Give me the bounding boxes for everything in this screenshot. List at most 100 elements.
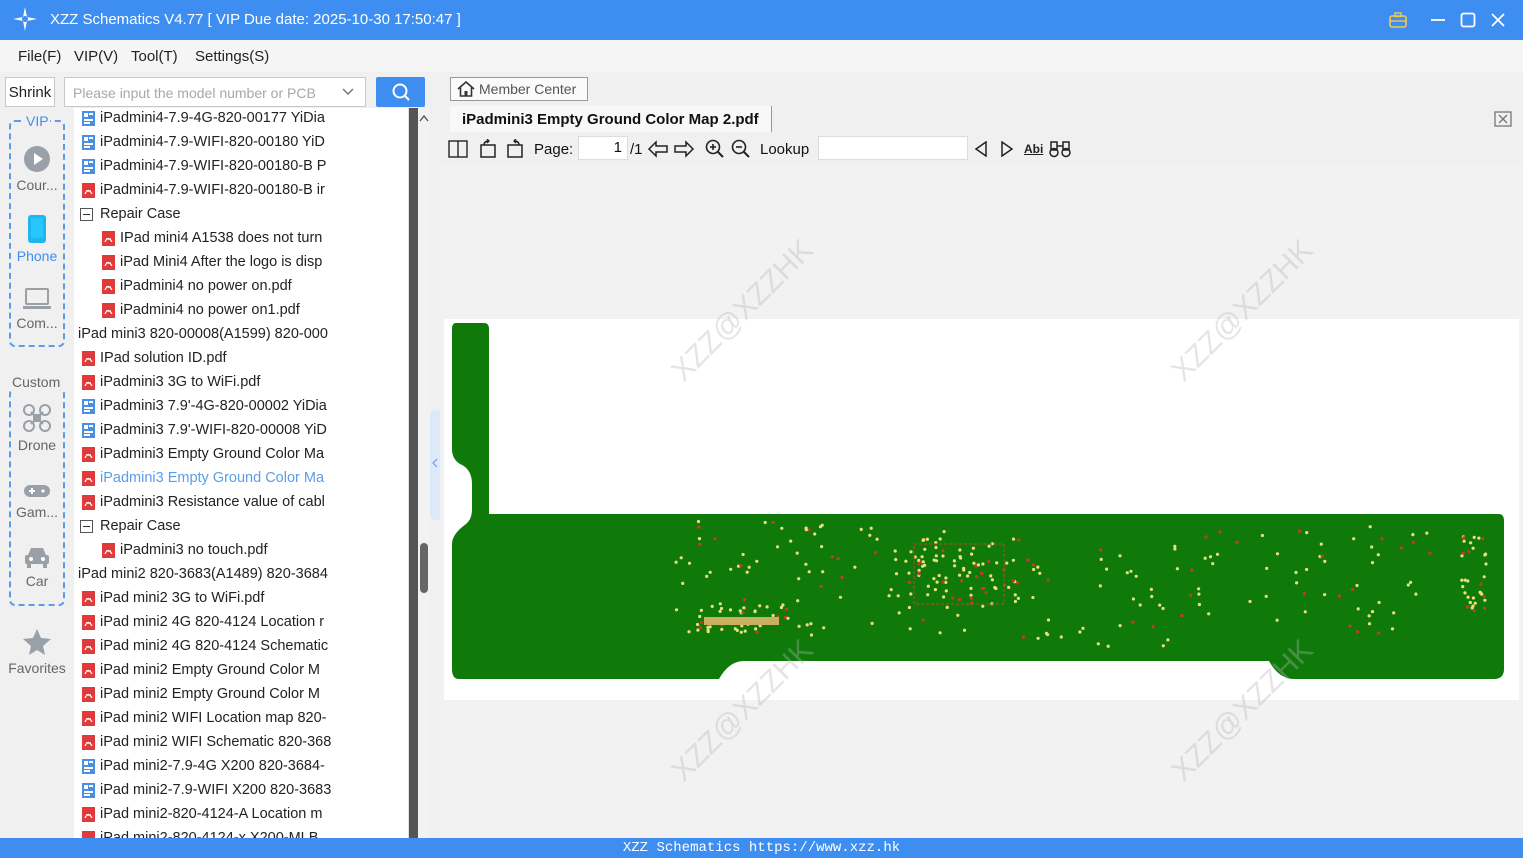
tree-file[interactable]: iPad mini2 3G to WiFi.pdf xyxy=(82,586,264,610)
member-center-button[interactable]: Member Center xyxy=(450,77,588,101)
tree-folder[interactable]: Repair Case xyxy=(80,202,181,226)
tree-file[interactable]: iPad mini2 Empty Ground Color M xyxy=(82,658,320,682)
pcb-pad xyxy=(1118,554,1122,558)
tree-file[interactable]: iPad mini2 4G 820-4124 Location r xyxy=(82,610,324,634)
pdf-file-icon xyxy=(82,806,95,822)
pcb-pad xyxy=(1463,591,1467,595)
minimize-button[interactable] xyxy=(1424,6,1452,34)
search-button[interactable] xyxy=(376,77,425,107)
collapse-panel-handle[interactable] xyxy=(430,410,440,520)
pdf-file-icon xyxy=(82,662,95,678)
tree-file[interactable]: iPadmini4-7.9-4G-820-00177 YiDia xyxy=(82,108,325,130)
category-game[interactable]: Gam... xyxy=(0,482,74,520)
pcb-pad xyxy=(907,571,911,575)
next-page-button[interactable] xyxy=(673,137,695,161)
two-page-view-button[interactable] xyxy=(448,137,468,161)
tree-file[interactable]: IPad mini4 A1538 does not turn xyxy=(102,226,322,250)
tree-folder[interactable]: iPad mini2 820-3683(A1489) 820-3684 xyxy=(74,562,328,586)
zoom-in-button[interactable] xyxy=(705,137,725,161)
menu-vip[interactable]: VIP(V) xyxy=(74,48,118,65)
tree-file[interactable]: iPadmini4 no power on1.pdf xyxy=(102,298,300,322)
tree-file[interactable]: iPadmini3 7.9'-WIFI-820-00008 YiD xyxy=(82,418,327,442)
tree-file[interactable]: iPad mini2-7.9-WIFI X200 820-3683 xyxy=(82,778,331,802)
tree-file[interactable]: iPadmini4-7.9-WIFI-820-00180-B P xyxy=(82,154,326,178)
zoom-out-button[interactable] xyxy=(731,137,751,161)
close-button[interactable] xyxy=(1484,6,1512,34)
arrow-right-icon xyxy=(674,140,695,158)
category-computer[interactable]: Com... xyxy=(0,287,74,331)
chevron-down-icon[interactable] xyxy=(341,85,355,99)
binoculars-button[interactable] xyxy=(1049,137,1071,161)
tree-scroll-thumb[interactable] xyxy=(420,543,428,593)
tree-item-label: IPad mini4 A1538 does not turn xyxy=(120,230,323,246)
tree-file[interactable]: iPadmini4-7.9-WIFI-820-00180 YiD xyxy=(82,130,325,154)
prev-page-button[interactable] xyxy=(647,137,669,161)
category-courses[interactable]: Cour... xyxy=(0,145,74,193)
category-phone[interactable]: Phone xyxy=(0,214,74,264)
tree-file[interactable]: iPad mini2-820-4124-x X200-MLB xyxy=(82,826,318,838)
pcb-pad xyxy=(1013,593,1017,597)
tree-file[interactable]: iPad mini2 WIFI Schematic 820-368 xyxy=(82,730,331,754)
pcb-pad xyxy=(697,537,702,541)
pcb-pad xyxy=(1173,547,1177,551)
maximize-button[interactable] xyxy=(1454,6,1482,34)
app-window: XZZ Schematics V4.77 [ VIP Due date: 202… xyxy=(0,0,1523,858)
pcb-pad xyxy=(674,608,679,612)
rotate-right-button[interactable] xyxy=(505,137,525,161)
tree-scrollbar[interactable] xyxy=(408,108,430,838)
menu-settings[interactable]: Settings(S) xyxy=(195,48,269,65)
rotate-left-button[interactable] xyxy=(478,137,498,161)
find-prev-button[interactable] xyxy=(974,137,988,161)
tree-file[interactable]: iPadmini3 3G to WiFi.pdf xyxy=(82,370,260,394)
pcb-pad xyxy=(786,616,790,620)
shrink-button[interactable]: Shrink xyxy=(5,77,55,107)
tree-file[interactable]: iPadmini3 Resistance value of cabl xyxy=(82,490,325,514)
tree-file[interactable]: iPadmini4-7.9-WIFI-820-00180-B ir xyxy=(82,178,325,202)
lookup-input[interactable] xyxy=(818,136,968,160)
search-input[interactable] xyxy=(73,83,328,103)
match-case-button[interactable]: Abi xyxy=(1024,137,1043,161)
tree-file[interactable]: iPadmini3 7.9'-4G-820-00002 YiDia xyxy=(82,394,327,418)
pcb-pad xyxy=(1482,606,1487,610)
document-tab[interactable]: iPadmini3 Empty Ground Color Map 2.pdf xyxy=(450,106,772,132)
vip-briefcase-icon[interactable] xyxy=(1384,6,1412,34)
collapse-toggle-icon[interactable] xyxy=(80,207,93,221)
pcb-pad xyxy=(969,596,973,600)
menu-tool[interactable]: Tool(T) xyxy=(131,48,178,65)
tree-file[interactable]: iPad mini2 4G 820-4124 Schematic xyxy=(82,634,328,658)
tree-file[interactable]: iPad mini2 Empty Ground Color M xyxy=(82,682,320,706)
search-icon xyxy=(392,83,410,101)
scroll-up-icon[interactable] xyxy=(419,114,429,122)
pcb-pad xyxy=(1298,529,1302,533)
pcb-pad xyxy=(896,594,900,598)
pcb-pad xyxy=(1180,613,1184,618)
tree-item-label: iPad mini2 820-3683(A1489) 820-3684 xyxy=(78,566,328,582)
category-car[interactable]: Car xyxy=(0,545,74,589)
tree-file[interactable]: iPad Mini4 After the logo is disp xyxy=(102,250,322,274)
tree-file[interactable]: IPad solution ID.pdf xyxy=(82,346,227,370)
tree-folder[interactable]: Repair Case xyxy=(80,514,181,538)
tree-file[interactable]: iPadmini3 Empty Ground Color Ma xyxy=(82,442,324,466)
tree-file[interactable]: iPad mini2-7.9-4G X200 820-3684- xyxy=(82,754,325,778)
close-document-icon[interactable] xyxy=(1493,110,1513,128)
collapse-toggle-icon[interactable] xyxy=(80,519,93,533)
tree-file[interactable]: iPadmini3 Empty Ground Color Ma xyxy=(82,466,324,490)
board-file-icon xyxy=(82,158,95,174)
tree-file[interactable]: iPad mini2-820-4124-A Location m xyxy=(82,802,322,826)
pcb-pad xyxy=(696,628,700,632)
tree-file[interactable]: iPad mini2 WIFI Location map 820- xyxy=(82,706,326,730)
search-combobox[interactable] xyxy=(64,77,366,107)
tree-file[interactable]: iPadmini4 no power on.pdf xyxy=(102,274,292,298)
menu-file[interactable]: File(F) xyxy=(18,48,61,65)
category-drone[interactable]: Drone xyxy=(0,403,74,453)
page-number-input[interactable]: 1 xyxy=(578,136,628,160)
find-next-button[interactable] xyxy=(1000,137,1014,161)
pcb-pad xyxy=(926,584,930,588)
tree-file[interactable]: iPadmini3 no touch.pdf xyxy=(102,538,268,562)
pdf-viewer[interactable]: XZZ@XZZHK XZZ@XZZHK XZZ@XZZHK XZZ@XZZHK xyxy=(440,164,1523,838)
pcb-pad xyxy=(753,610,757,614)
pcb-pad xyxy=(969,586,973,590)
pcb-pad xyxy=(1032,567,1036,572)
tree-folder[interactable]: iPad mini3 820-00008(A1599) 820-000 xyxy=(74,322,328,346)
category-favorites[interactable]: Favorites xyxy=(0,628,74,676)
